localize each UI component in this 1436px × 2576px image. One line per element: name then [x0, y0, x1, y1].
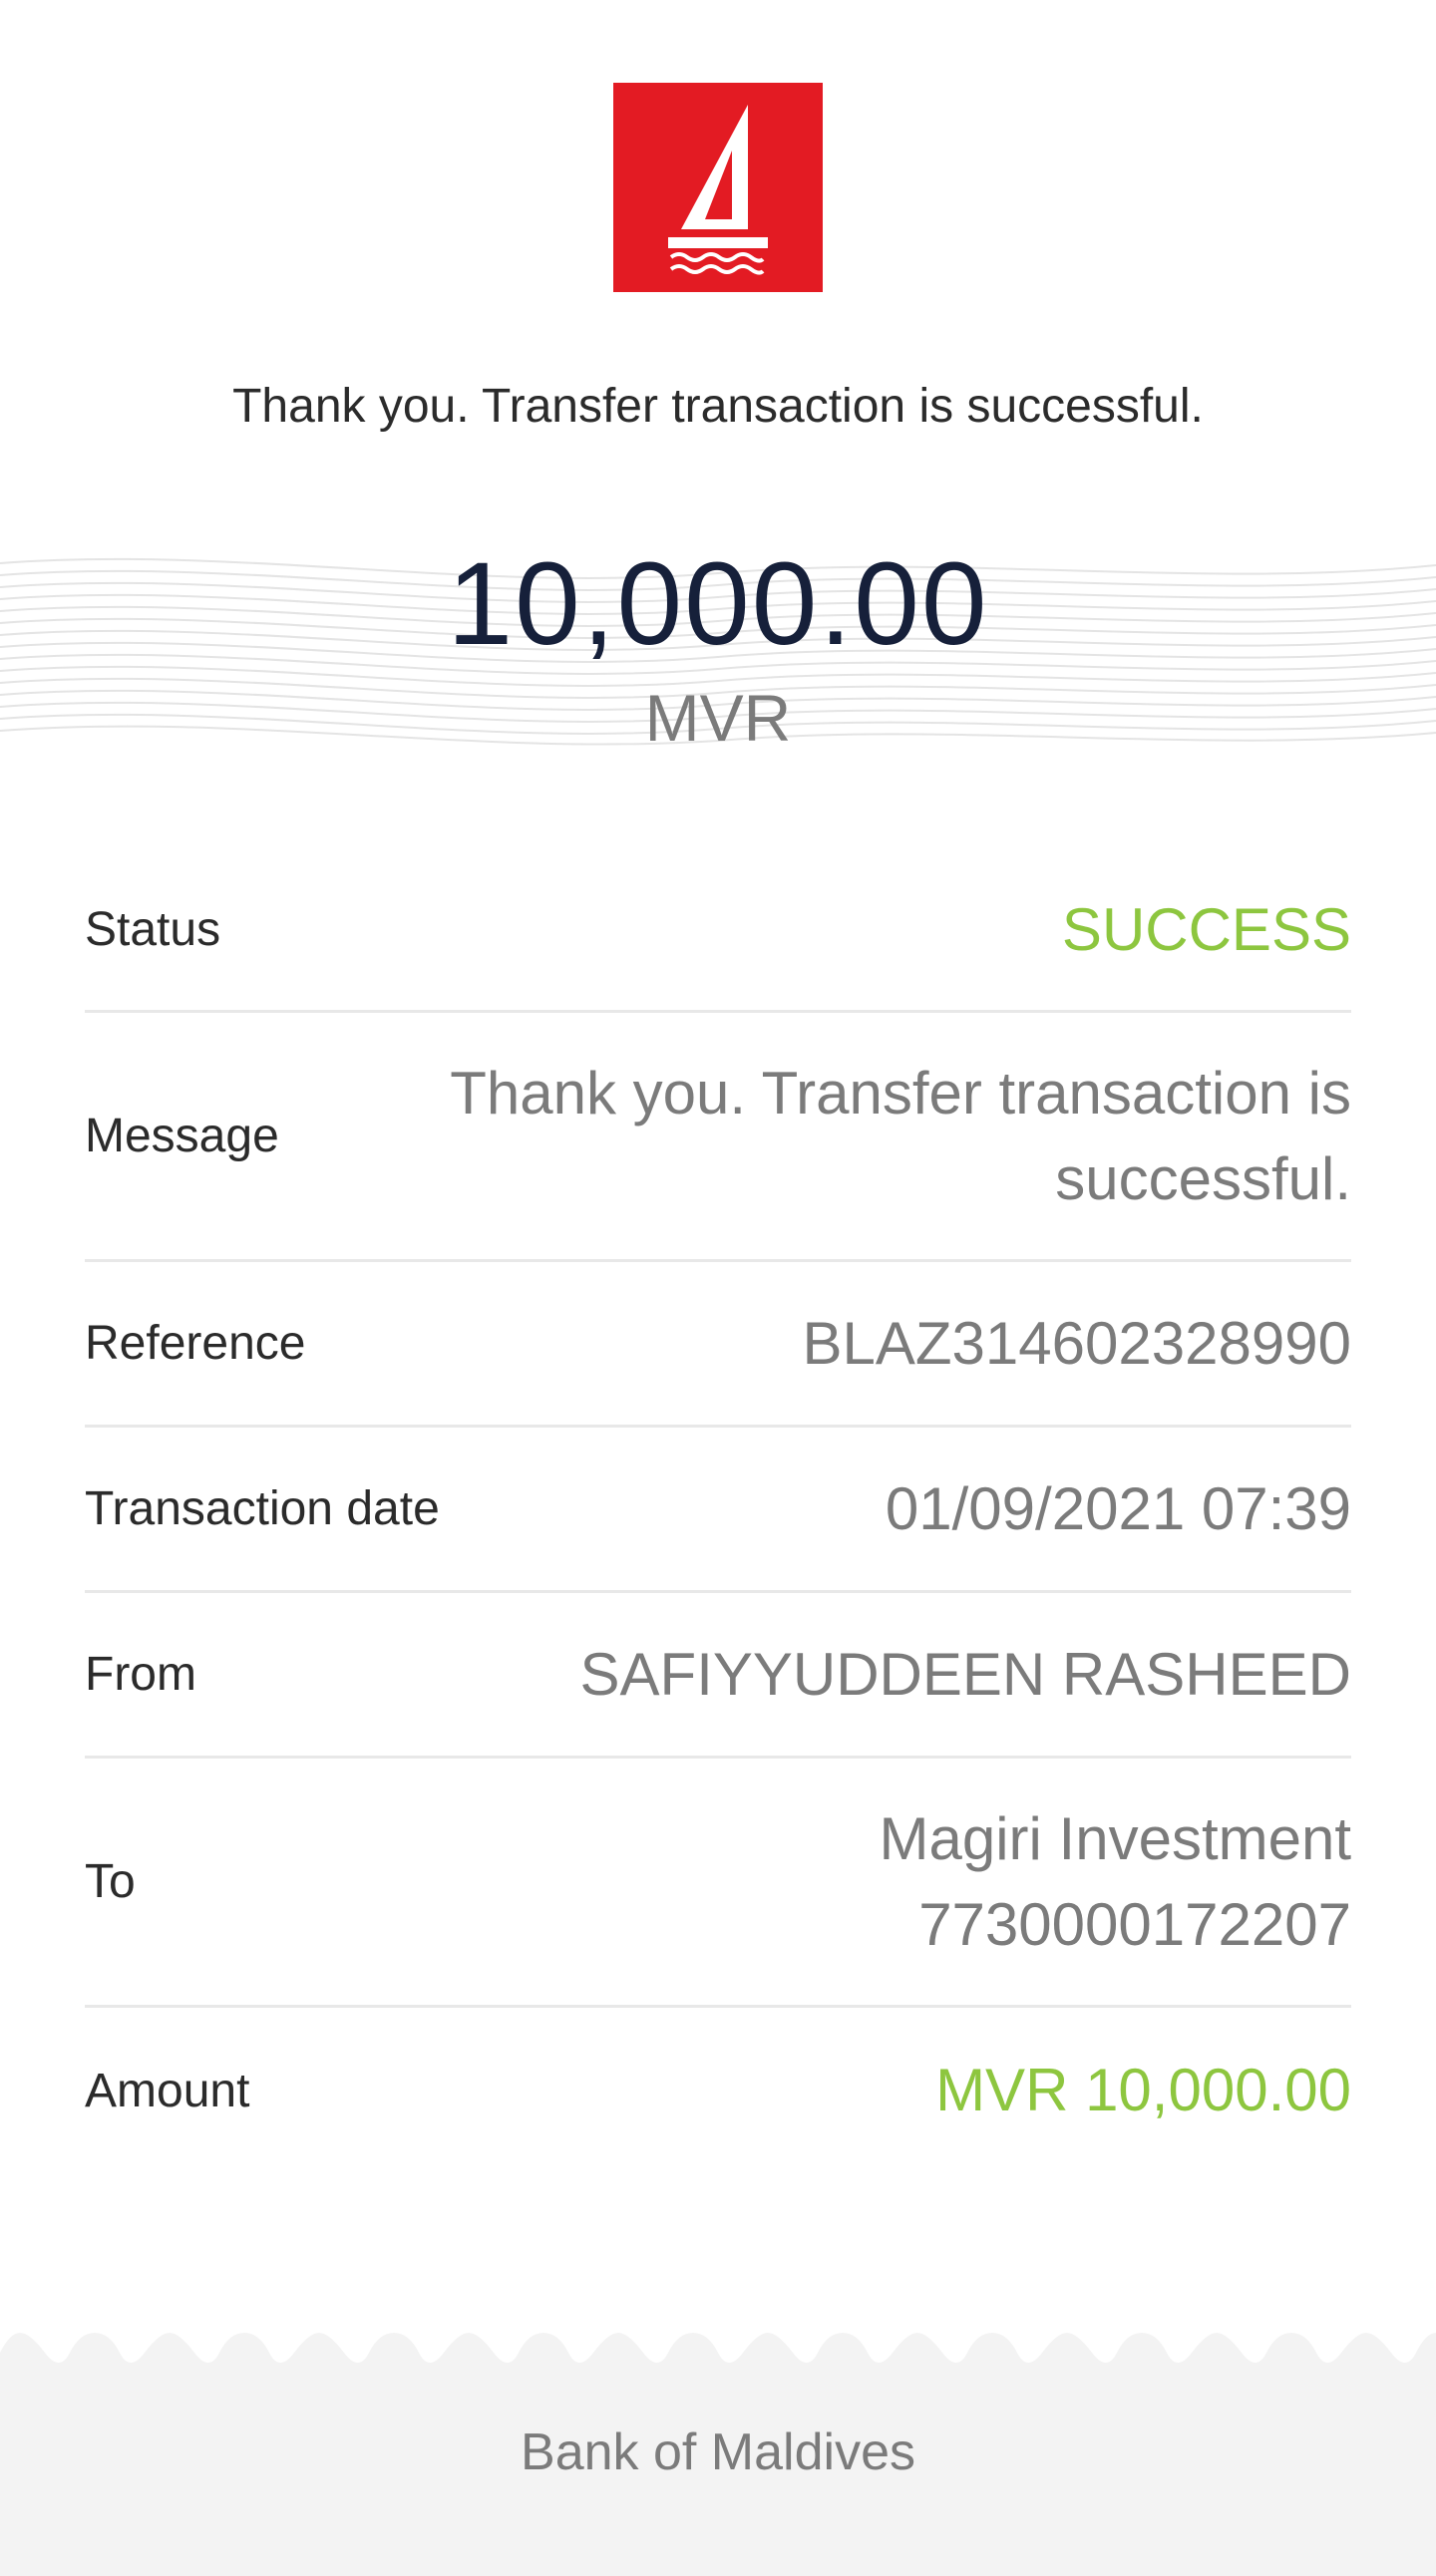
transaction-details: Status SUCCESS Message Thank you. Transf…: [85, 849, 1351, 2173]
status-label: Status: [85, 903, 221, 956]
to-row: To Magiri Investment 7730000172207: [85, 1759, 1351, 2008]
transaction-date-value: 01/09/2021 07:39: [885, 1474, 1351, 1542]
reference-label: Reference: [85, 1317, 306, 1370]
amount-value: MVR 10,000.00: [935, 2057, 1351, 2123]
transfer-amount: 10,000.00: [447, 538, 989, 670]
to-account-name: Magiri Investment: [879, 1804, 1352, 1872]
footer-bank-name: Bank of Maldives: [521, 2423, 915, 2481]
message-value: Thank you. Transfer transaction is succe…: [450, 1059, 1351, 1212]
amount-label: Amount: [85, 2064, 250, 2117]
receipt-page: Thank you. Transfer transaction is succe…: [0, 0, 1436, 2576]
bml-logo-icon: [613, 83, 823, 292]
to-value: Magiri Investment 7730000172207: [880, 1796, 1352, 1968]
zigzag-edge: [0, 2333, 1436, 2373]
reference-value: BLAZ314602328990: [802, 1309, 1352, 1377]
from-value: SAFIYYUDDEEN RASHEED: [579, 1640, 1352, 1708]
status-row: Status SUCCESS: [85, 849, 1351, 1013]
to-account-number: 7730000172207: [918, 1890, 1351, 1958]
from-label: From: [85, 1648, 196, 1701]
success-message: Thank you. Transfer transaction is succe…: [232, 380, 1204, 433]
status-value: SUCCESS: [1061, 895, 1351, 963]
from-row: From SAFIYYUDDEEN RASHEED: [85, 1593, 1351, 1759]
message-label: Message: [85, 1110, 279, 1162]
reference-row: Reference BLAZ314602328990: [85, 1262, 1351, 1428]
amount-row: Amount MVR 10,000.00: [85, 2008, 1351, 2173]
to-label: To: [85, 1855, 136, 1908]
footer: Bank of Maldives: [0, 2333, 1436, 2576]
transfer-currency: MVR: [644, 681, 792, 755]
transaction-date-row: Transaction date 01/09/2021 07:39: [85, 1428, 1351, 1593]
message-row: Message Thank you. Transfer transaction …: [85, 1013, 1351, 1262]
transaction-date-label: Transaction date: [85, 1482, 440, 1535]
